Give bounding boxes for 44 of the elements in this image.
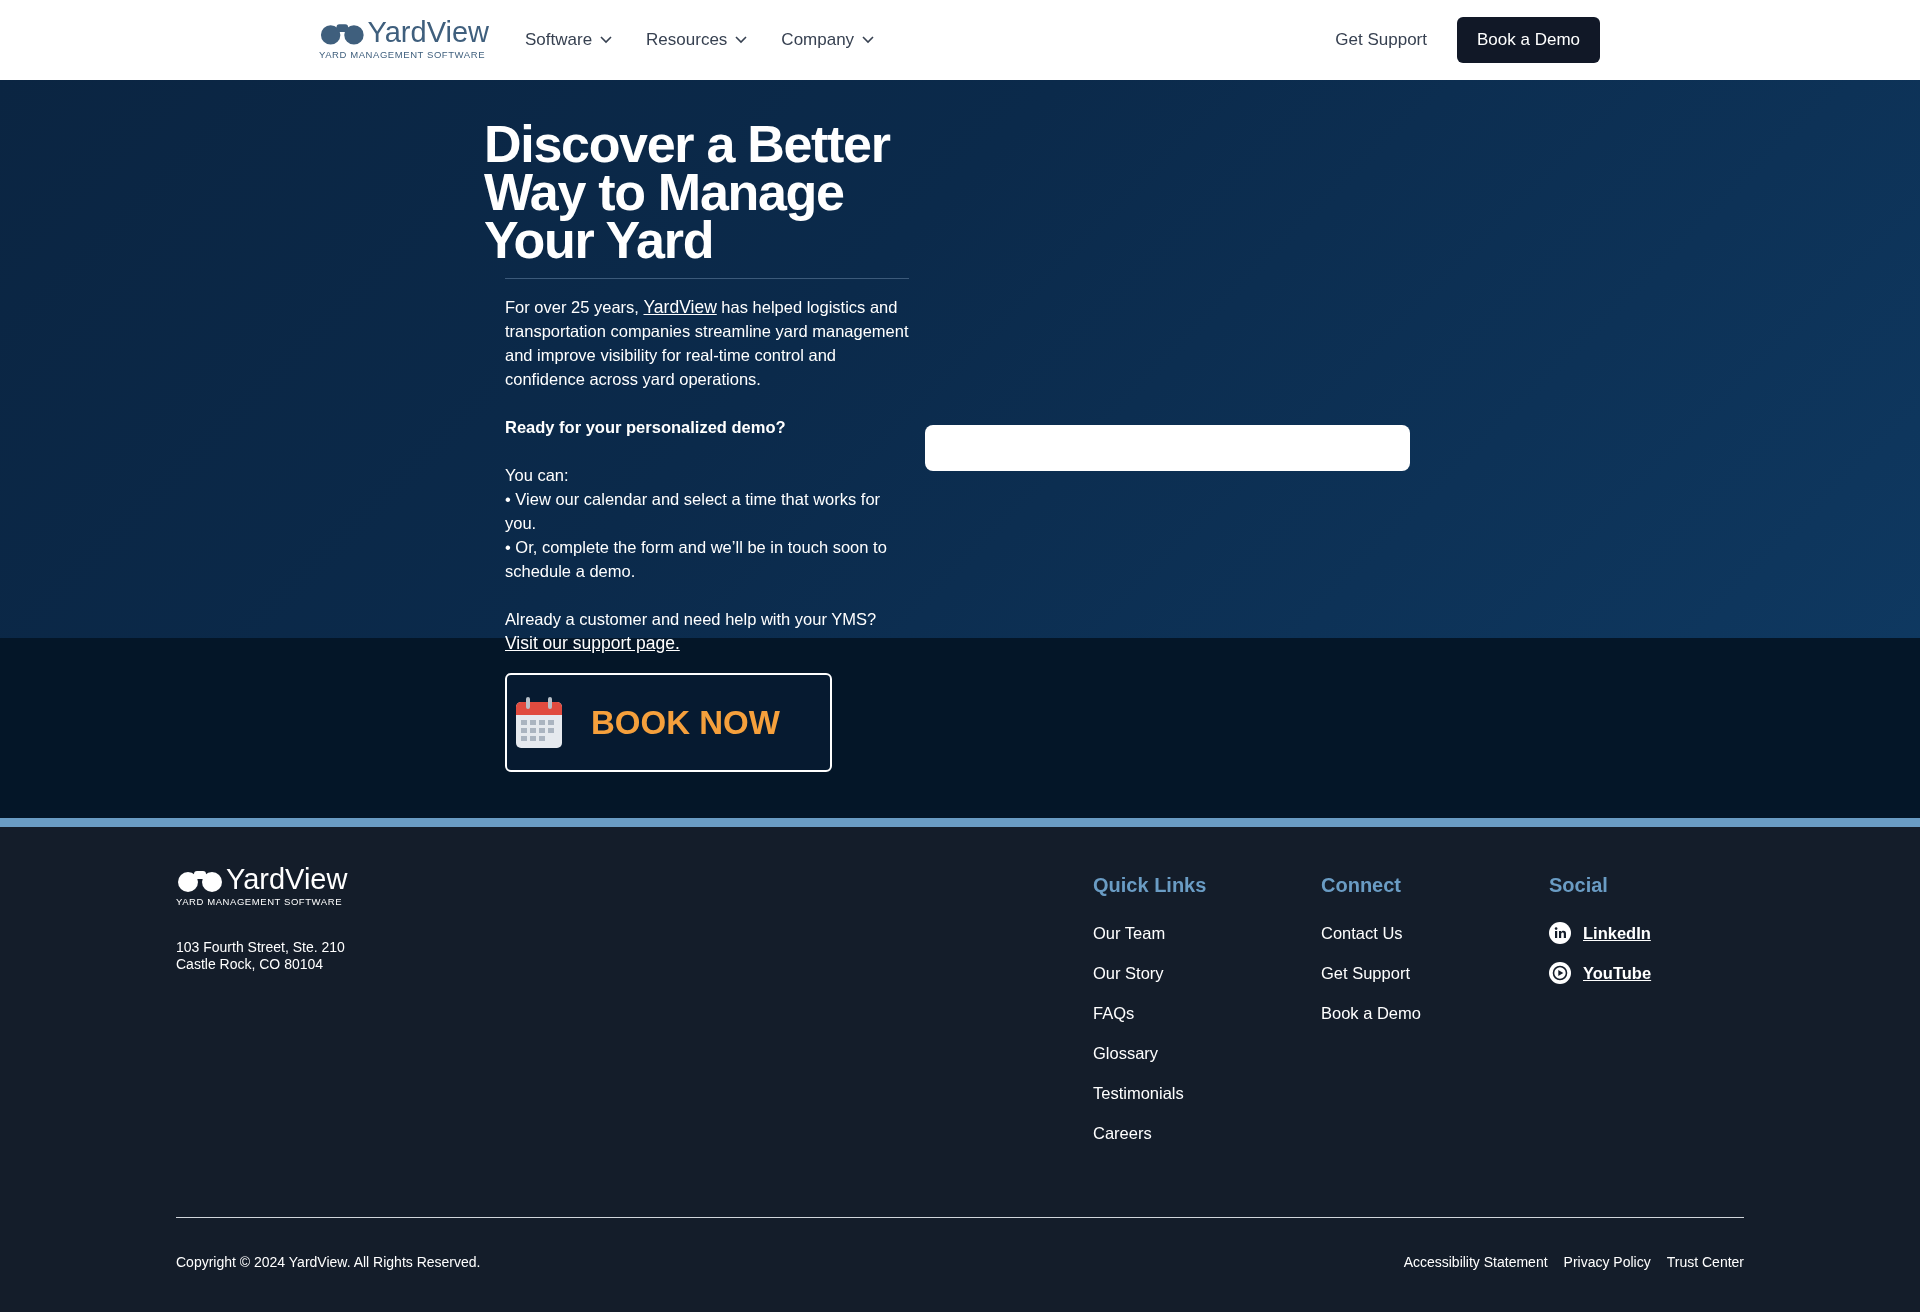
logo-wordmark: YardView [367,17,489,46]
intro-paragraph: For over 25 years, YardView has helped logistics and transportation companies streamline yard management and improve visibility for real-time control and confidence across yard operations. [505,296,909,390]
chevron-down-icon [735,36,748,44]
linkedin-icon [1549,922,1571,944]
logo-wordmark: YardView [226,865,348,893]
footer-column-heading: Quick Links [1093,873,1208,898]
get-support-link[interactable]: Get Support [1335,27,1427,53]
chevron-down-icon [600,36,613,44]
logo-tagline: YARD MANAGEMENT SOFTWARE [176,895,344,909]
footer-link[interactable]: FAQs [1093,1000,1135,1026]
play-icon [1549,962,1571,984]
book-demo-button[interactable]: Book a Demo [1457,17,1600,63]
legal-link[interactable]: Privacy Policy [1563,1252,1651,1273]
address-text: 103 Fourth Street, Ste. 210 Castle Rock, CO 80104 [176,939,346,974]
yardview-link[interactable]: YardView [643,297,717,317]
nav-menu-item[interactable]: Company [781,27,875,53]
logo-tagline: YARD MANAGEMENT SOFTWARE [319,47,487,62]
copyright-text: Copyright © 2024 YardView. All Rights Reserved. [176,1253,481,1272]
footer-link[interactable]: Careers [1093,1120,1152,1146]
book-now-button[interactable]: BOOK NOW [505,673,832,772]
footer-column-heading: Connect [1321,873,1402,898]
demo-prompt: Ready for your personalized demo? [505,417,787,438]
customer-note: Already a customer and need help with your YMS? [505,609,878,630]
footer-link[interactable]: YouTube [1583,960,1652,986]
footer-link[interactable]: Our Story [1093,960,1164,986]
legal-link[interactable]: Trust Center [1666,1252,1744,1273]
chevron-down-icon [862,36,875,44]
footer-link[interactable]: Our Team [1093,920,1166,946]
nav-menu-item[interactable]: Resources [646,27,748,53]
footer-link[interactable]: Get Support [1321,960,1410,986]
nav-menu-item[interactable]: Software [525,27,613,53]
footer-link[interactable]: LinkedIn [1583,920,1651,946]
option-bullet-text: • View our calendar and select a time that works for you. [505,489,882,534]
footer-link[interactable]: Glossary [1093,1040,1159,1066]
support-page-link[interactable]: Visit our support page. [505,631,680,655]
footer-link[interactable]: Book a Demo [1321,1000,1421,1026]
option-bullet-text: • Or, complete the form and we’ll be in touch soon to schedule a demo. [505,537,888,582]
hero-heading: Discover a Better Way to Manage Your Yard [484,120,892,264]
footer-link[interactable]: Contact Us [1321,920,1403,946]
legal-link[interactable]: Accessibility Statement [1403,1252,1548,1273]
footer-column-heading: Social [1549,873,1609,898]
footer-link[interactable]: Testimonials [1093,1080,1184,1106]
options-label: You can: [505,465,570,486]
calendar-icon [515,695,563,750]
